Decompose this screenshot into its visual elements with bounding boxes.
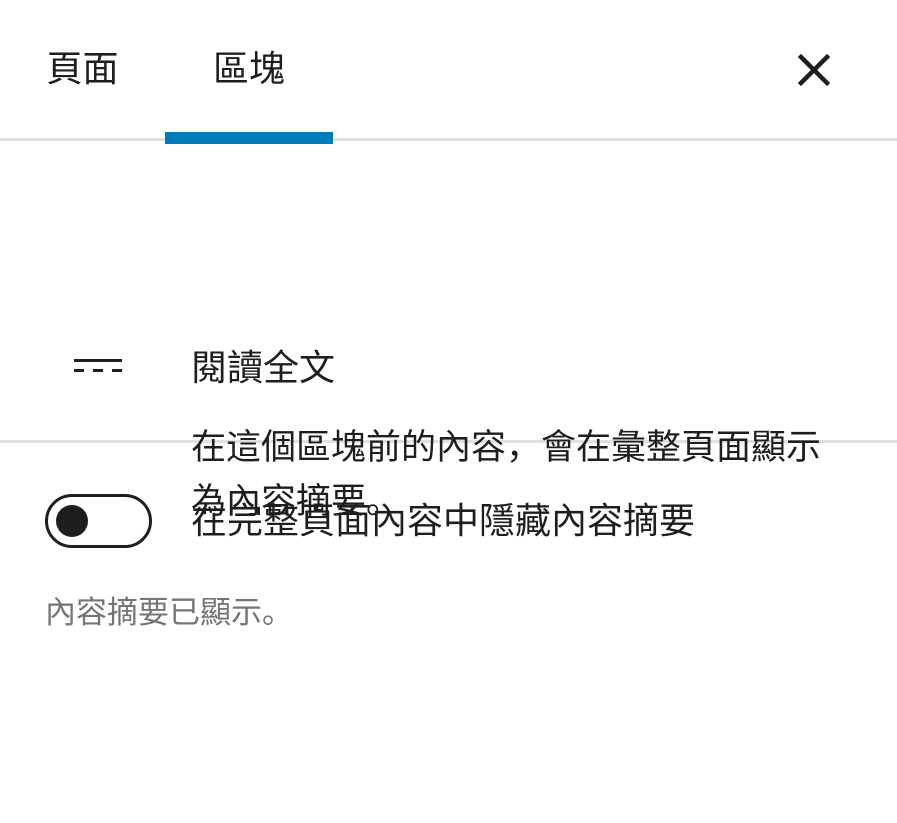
sidebar-tabs: 頁面 區塊: [0, 0, 897, 144]
hide-excerpt-toggle-label[interactable]: 在完整頁面內容中隱藏內容摘要: [191, 500, 695, 544]
tab-page[interactable]: 頁面: [20, 0, 145, 141]
hide-excerpt-toggle[interactable]: [45, 494, 152, 548]
tab-block-label: 區塊: [212, 49, 285, 90]
block-title: 閱讀全文: [191, 348, 336, 389]
tab-page-label: 頁面: [46, 49, 119, 90]
block-card: 閱讀全文 在這個區塊前的內容，會在彙整頁面顯示為內容摘要。: [0, 141, 897, 522]
tab-block[interactable]: 區塊: [165, 0, 333, 144]
excerpt-help-text: 內容摘要已顯示。: [45, 595, 293, 631]
toggle-knob: [56, 505, 88, 537]
close-sidebar-button[interactable]: [788, 44, 840, 96]
close-icon: [797, 53, 831, 87]
block-settings-sidebar: 頁面 區塊 閱讀全文 在這個區塊前的內容，會在彙整頁面顯示為內容摘要。 在完整頁…: [0, 0, 897, 823]
more-dashes-icon: [74, 359, 122, 372]
